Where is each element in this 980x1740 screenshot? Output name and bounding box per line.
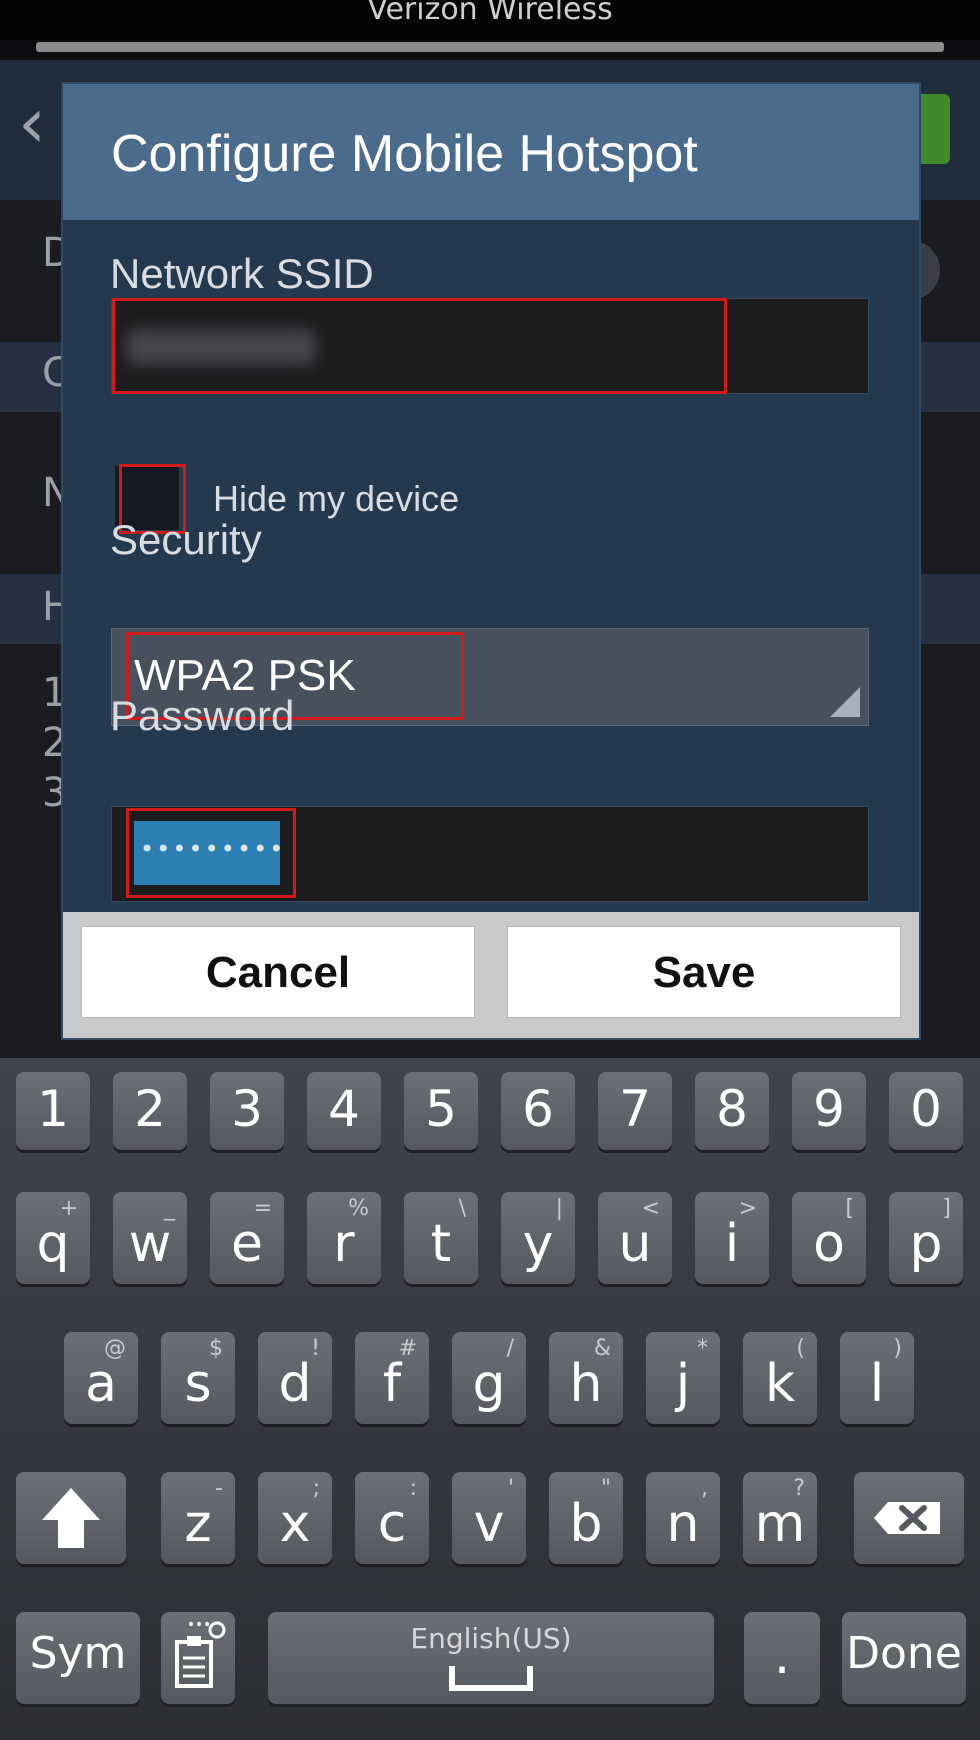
period-key[interactable]: . xyxy=(744,1612,820,1704)
key-9[interactable]: 9 xyxy=(792,1072,866,1150)
ssid-label: Network SSID xyxy=(110,250,374,297)
shift-arrow-icon xyxy=(42,1488,100,1548)
key-h[interactable]: & h xyxy=(549,1332,623,1424)
password-label: Password xyxy=(110,692,295,739)
key-b[interactable]: " b xyxy=(549,1472,623,1564)
key-c[interactable]: :c xyxy=(355,1472,429,1564)
dialog-title: Configure Mobile Hotspot xyxy=(111,125,698,183)
key-s[interactable]: $ s xyxy=(161,1332,235,1424)
space-key[interactable]: English(US) xyxy=(268,1612,714,1704)
security-label: Security xyxy=(110,516,262,563)
key-w[interactable]: _ w xyxy=(113,1192,187,1284)
backspace-icon xyxy=(874,1502,940,1534)
key-7[interactable]: 7 xyxy=(598,1072,672,1150)
shift-key[interactable] xyxy=(16,1472,126,1564)
dialog-title-bar: Configure Mobile Hotspot xyxy=(63,84,919,220)
key-g[interactable]: / g xyxy=(452,1332,526,1424)
clipboard-key[interactable] xyxy=(161,1612,235,1704)
key-j[interactable]: * j xyxy=(646,1332,720,1424)
key-0[interactable]: 0 xyxy=(889,1072,963,1150)
done-key[interactable]: Done xyxy=(842,1612,966,1704)
highlight-box-ssid xyxy=(112,298,727,394)
key-y[interactable]: | y xyxy=(501,1192,575,1284)
cancel-button[interactable]: Cancel xyxy=(81,926,475,1018)
space-language-label: English(US) xyxy=(410,1622,572,1655)
backspace-key[interactable] xyxy=(854,1472,964,1564)
status-progress-bar xyxy=(36,42,944,52)
key-z[interactable]: -z xyxy=(161,1472,235,1564)
key-f[interactable]: # f xyxy=(355,1332,429,1424)
key-m[interactable]: ? m xyxy=(743,1472,817,1564)
key-8[interactable]: 8 xyxy=(695,1072,769,1150)
key-6[interactable]: 6 xyxy=(501,1072,575,1150)
dialog-button-bar: Cancel Save xyxy=(63,912,919,1038)
highlight-box-password xyxy=(126,808,296,898)
back-chevron-icon: ‹ xyxy=(18,82,46,164)
save-button[interactable]: Save xyxy=(507,926,901,1018)
key-v[interactable]: ' v xyxy=(452,1472,526,1564)
key-5[interactable]: 5 xyxy=(404,1072,478,1150)
key-4[interactable]: 4 xyxy=(307,1072,381,1150)
key-e[interactable]: = e xyxy=(210,1192,284,1284)
spacebar-icon xyxy=(449,1666,533,1691)
key-1[interactable]: 1 xyxy=(16,1072,90,1150)
key-n[interactable]: ,n xyxy=(646,1472,720,1564)
configure-hotspot-dialog: Configure Mobile Hotspot Network SSID Hi… xyxy=(63,84,919,1038)
key-a[interactable]: @ a xyxy=(64,1332,138,1424)
key-k[interactable]: (k xyxy=(743,1332,817,1424)
carrier-name: Verizon Wireless xyxy=(367,0,613,27)
key-l[interactable]: ) l xyxy=(840,1332,914,1424)
key-p[interactable]: ] p xyxy=(889,1192,963,1284)
key-3[interactable]: 3 xyxy=(210,1072,284,1150)
hide-device-label: Hide my device xyxy=(213,478,460,519)
key-o[interactable]: [o xyxy=(792,1192,866,1284)
soft-keyboard: 1 2 3 4 5 6 7 8 9 0 + q _ w = e % r \ t | y < u… xyxy=(0,1058,980,1740)
sym-key[interactable]: Sym xyxy=(16,1612,140,1704)
key-d[interactable]: ! d xyxy=(258,1332,332,1424)
key-t[interactable]: \ t xyxy=(404,1192,478,1284)
key-u[interactable]: < u xyxy=(598,1192,672,1284)
key-r[interactable]: % r xyxy=(307,1192,381,1284)
key-2[interactable]: 2 xyxy=(113,1072,187,1150)
dropdown-corner-arrow-icon xyxy=(830,687,860,717)
key-i[interactable]: > i xyxy=(695,1192,769,1284)
key-x[interactable]: ; x xyxy=(258,1472,332,1564)
status-bar: Verizon Wireless xyxy=(0,0,980,40)
key-q[interactable]: + q xyxy=(16,1192,90,1284)
clipboard-settings-icon xyxy=(175,1621,226,1688)
